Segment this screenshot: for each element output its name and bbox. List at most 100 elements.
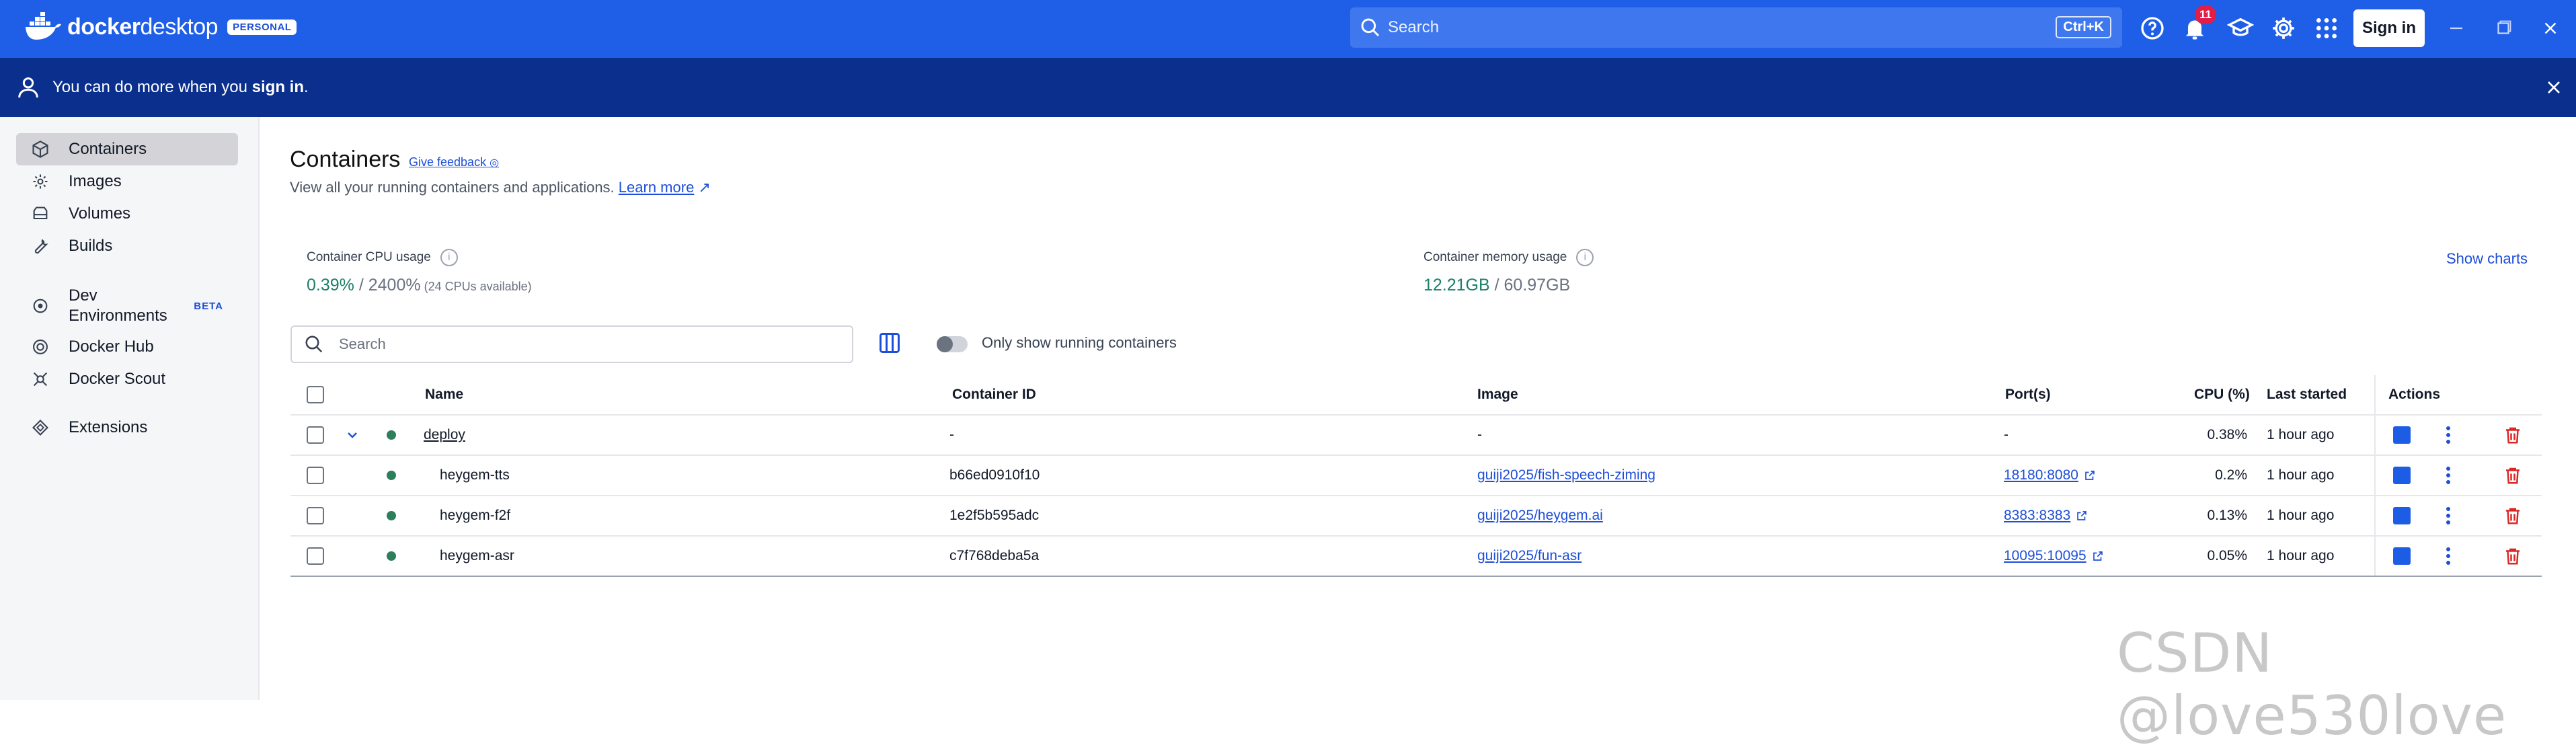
running-only-toggle[interactable] <box>937 336 968 352</box>
sidebar-item-docker-hub[interactable]: Docker Hub <box>16 331 238 363</box>
running-dot <box>387 430 396 440</box>
container-last-started: 1 hour ago <box>2267 548 2335 563</box>
search-input[interactable] <box>338 335 808 354</box>
container-image-link[interactable]: guiji2025/fish-speech-ziming <box>1477 456 1655 495</box>
trash-icon <box>2506 427 2520 444</box>
more-actions-button[interactable] <box>2446 456 2451 495</box>
container-name[interactable]: deploy <box>424 416 465 455</box>
table-row[interactable]: deploy - - - 0.38% 1 hour ago <box>290 416 2542 456</box>
learning-center-icon[interactable] <box>2226 15 2255 42</box>
actions-divider <box>2374 537 2376 576</box>
sidebar-item-label: Dev Environments <box>69 286 167 326</box>
sidebar-item-label: Docker Scout <box>69 370 166 388</box>
column-name[interactable]: Name <box>425 375 463 414</box>
stop-icon <box>2393 547 2411 565</box>
app-name: dockerdesktop <box>67 13 219 40</box>
more-actions-button[interactable] <box>2446 416 2451 455</box>
row-checkbox[interactable] <box>307 537 324 576</box>
table-row[interactable]: heygem-tts b66ed0910f10 guiji2025/fish-s… <box>290 456 2542 496</box>
cpu-total: / 2400% <box>354 276 421 294</box>
column-last-started[interactable]: Last started <box>2267 375 2347 414</box>
container-cpu: 0.38% <box>2207 427 2247 442</box>
row-checkbox[interactable] <box>307 416 324 455</box>
stop-button[interactable] <box>2393 496 2411 535</box>
checkbox-box <box>307 547 324 565</box>
column-cpu[interactable]: CPU (%) <box>2194 375 2250 414</box>
learn-more-link[interactable]: Learn more <box>619 179 695 196</box>
container-image-link[interactable]: guiji2025/heygem.ai <box>1477 496 1603 535</box>
actions-divider <box>2374 456 2376 495</box>
columns-toggle-icon[interactable] <box>877 331 902 355</box>
table-row[interactable]: heygem-asr c7f768deba5a guiji2025/fun-as… <box>290 537 2542 577</box>
external-link-icon <box>2085 471 2095 480</box>
container-ports[interactable]: 18180:8080 <box>2004 456 2096 495</box>
trash-icon <box>2506 548 2520 565</box>
sidebar-item-extensions[interactable]: Extensions <box>16 411 238 444</box>
sidebar-item-builds[interactable]: Builds <box>16 230 238 262</box>
expand-chevron-icon[interactable] <box>344 416 360 455</box>
more-actions-button[interactable] <box>2446 537 2451 576</box>
help-icon[interactable] <box>2139 15 2166 42</box>
settings-gear-icon[interactable] <box>2270 15 2297 42</box>
table-row[interactable]: heygem-f2f 1e2f5b595adc guiji2025/heygem… <box>290 496 2542 537</box>
images-icon <box>31 172 50 191</box>
checkbox-box <box>307 507 324 524</box>
cpu-label-text: Container CPU usage <box>307 250 431 265</box>
banner-message: You can do more when you sign in. <box>52 78 309 97</box>
port-link[interactable]: 8383:8383 <box>2004 508 2070 524</box>
kebab-menu-icon <box>2446 547 2450 565</box>
sidebar-item-docker-scout[interactable]: Docker Scout <box>16 363 238 395</box>
sidebar: Containers Images Volumes Builds Dev Envi… <box>0 117 260 700</box>
window-close-icon[interactable] <box>2538 16 2563 40</box>
container-search[interactable] <box>290 325 853 363</box>
container-ports[interactable]: 10095:10095 <box>2004 537 2104 576</box>
container-name[interactable]: heygem-asr <box>440 537 514 576</box>
apps-grid-icon[interactable] <box>2313 15 2340 42</box>
delete-button[interactable] <box>2503 416 2523 455</box>
container-last-started: 1 hour ago <box>2267 508 2335 523</box>
docker-hub-icon <box>31 338 50 356</box>
memory-label-text: Container memory usage <box>1423 250 1567 265</box>
sidebar-item-images[interactable]: Images <box>16 165 238 198</box>
global-search[interactable]: Search Ctrl+K <box>1350 7 2122 48</box>
banner-close-icon[interactable] <box>2543 77 2565 98</box>
info-icon[interactable]: i <box>1576 249 1594 266</box>
container-name[interactable]: heygem-tts <box>440 456 510 495</box>
delete-button[interactable] <box>2503 537 2523 576</box>
sign-in-button[interactable]: Sign in <box>2353 9 2425 47</box>
row-checkbox[interactable] <box>307 456 324 495</box>
container-image-link[interactable]: guiji2025/fun-asr <box>1477 537 1582 576</box>
stop-button[interactable] <box>2393 456 2411 495</box>
container-id: c7f768deba5a <box>949 548 1040 563</box>
containers-table: Name Container ID Image Port(s) CPU (%) … <box>290 375 2542 577</box>
maximize-icon[interactable] <box>2491 16 2515 40</box>
delete-button[interactable] <box>2503 496 2523 535</box>
banner-sign-in-link[interactable]: sign in <box>252 78 304 96</box>
port-link[interactable]: 10095:10095 <box>2004 548 2086 564</box>
stop-icon <box>2393 507 2411 524</box>
port-link[interactable]: 18180:8080 <box>2004 467 2078 483</box>
show-charts-button[interactable]: Show charts <box>2446 250 2528 268</box>
stop-button[interactable] <box>2393 537 2411 576</box>
sidebar-item-dev-environments[interactable]: Dev Environments BETA <box>16 285 238 327</box>
container-ports[interactable]: 8383:8383 <box>2004 496 2088 535</box>
column-ports[interactable]: Port(s) <box>2005 375 2051 414</box>
sidebar-item-volumes[interactable]: Volumes <box>16 198 238 230</box>
column-image[interactable]: Image <box>1477 375 1518 414</box>
column-container-id[interactable]: Container ID <box>952 375 1036 414</box>
sidebar-item-label: Containers <box>69 140 147 158</box>
more-actions-button[interactable] <box>2446 496 2451 535</box>
container-name[interactable]: heygem-f2f <box>440 496 510 535</box>
sidebar-item-containers[interactable]: Containers <box>16 133 238 165</box>
row-checkbox[interactable] <box>307 496 324 535</box>
select-all-checkbox[interactable] <box>307 375 324 414</box>
logo-light-text: desktop <box>140 13 219 40</box>
status-indicator <box>387 416 396 455</box>
stop-button[interactable] <box>2393 416 2411 455</box>
info-icon[interactable]: i <box>440 249 458 266</box>
give-feedback-link[interactable]: Give feedback ◎ <box>409 155 499 169</box>
delete-button[interactable] <box>2503 456 2523 495</box>
column-actions: Actions <box>2388 387 2441 402</box>
title-bar: dockerdesktop PERSONAL Search Ctrl+K 11 … <box>0 0 2576 58</box>
minimize-icon[interactable] <box>2444 16 2468 40</box>
